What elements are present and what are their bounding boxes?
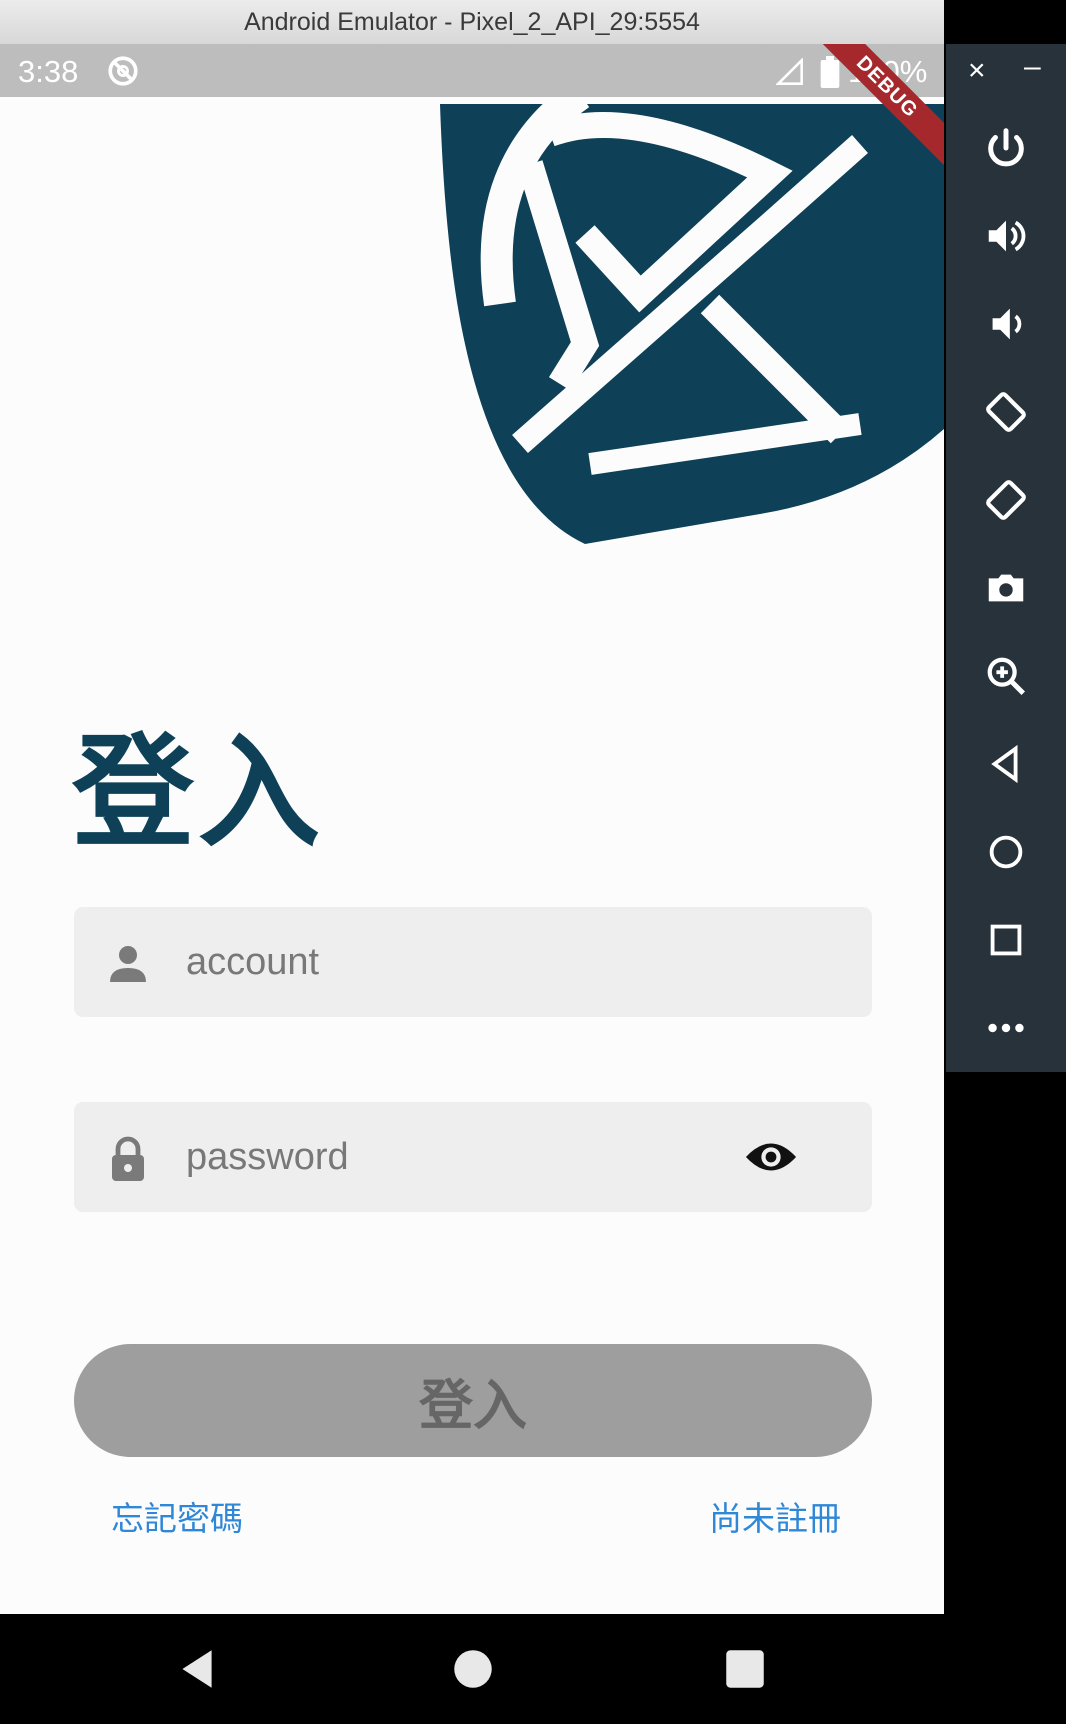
forgot-password-link[interactable]: 忘記密碼 xyxy=(111,1492,243,1540)
window-title: Android Emulator - Pixel_2_API_29:5554 xyxy=(244,7,700,36)
volume-up-icon xyxy=(988,220,1026,252)
zoom-icon xyxy=(987,657,1026,696)
home-button[interactable] xyxy=(946,808,1066,896)
minimize-icon[interactable]: – xyxy=(1024,50,1041,84)
volume-down-button[interactable] xyxy=(946,280,1066,368)
volume-down-icon xyxy=(992,308,1022,340)
password-input[interactable] xyxy=(184,1128,748,1186)
lock-icon xyxy=(112,1136,144,1181)
panel-window-controls: × – xyxy=(946,44,1066,104)
overview-button[interactable] xyxy=(946,896,1066,984)
login-button[interactable]: 登入 xyxy=(74,1344,872,1457)
eye-icon[interactable] xyxy=(744,1135,798,1179)
home-icon xyxy=(989,835,1023,869)
rotate-right-button[interactable] xyxy=(946,456,1066,544)
nav-overview-icon[interactable] xyxy=(720,1644,770,1694)
nav-back-icon[interactable] xyxy=(172,1644,222,1694)
account-input[interactable] xyxy=(184,933,748,991)
android-nav-bar xyxy=(0,1614,944,1724)
sync-icon xyxy=(108,56,138,86)
app-logo xyxy=(440,80,944,544)
power-button[interactable] xyxy=(946,104,1066,192)
page-title: 登入 xyxy=(72,722,324,864)
power-icon xyxy=(988,128,1024,167)
more-icon xyxy=(988,1023,1024,1033)
signal-icon xyxy=(776,58,803,85)
status-time: 3:38 xyxy=(18,54,79,89)
close-icon[interactable]: × xyxy=(968,54,986,88)
zoom-button[interactable] xyxy=(946,632,1066,720)
overview-icon xyxy=(990,924,1022,956)
password-field[interactable] xyxy=(74,1102,872,1212)
register-link[interactable]: 尚未註冊 xyxy=(709,1492,841,1540)
emulator-title-bar: Android Emulator - Pixel_2_API_29:5554 xyxy=(0,0,944,45)
volume-up-button[interactable] xyxy=(946,192,1066,280)
account-field[interactable] xyxy=(74,907,872,1017)
emulator-side-panel: × – xyxy=(946,44,1066,1072)
status-bar: 3:38 100% xyxy=(0,44,944,97)
battery-icon xyxy=(820,56,840,88)
rotate-right-icon xyxy=(986,480,1026,520)
back-button[interactable] xyxy=(946,720,1066,808)
camera-icon xyxy=(988,574,1024,602)
nav-home-icon[interactable] xyxy=(448,1644,498,1694)
rotate-left-button[interactable] xyxy=(946,368,1066,456)
more-button[interactable] xyxy=(946,984,1066,1072)
phone-screen: 3:38 100% DEBUG 登入 xyxy=(0,44,944,1614)
back-icon xyxy=(991,744,1018,784)
person-icon xyxy=(110,946,146,982)
rotate-left-icon xyxy=(986,392,1026,432)
screenshot-button[interactable] xyxy=(946,544,1066,632)
